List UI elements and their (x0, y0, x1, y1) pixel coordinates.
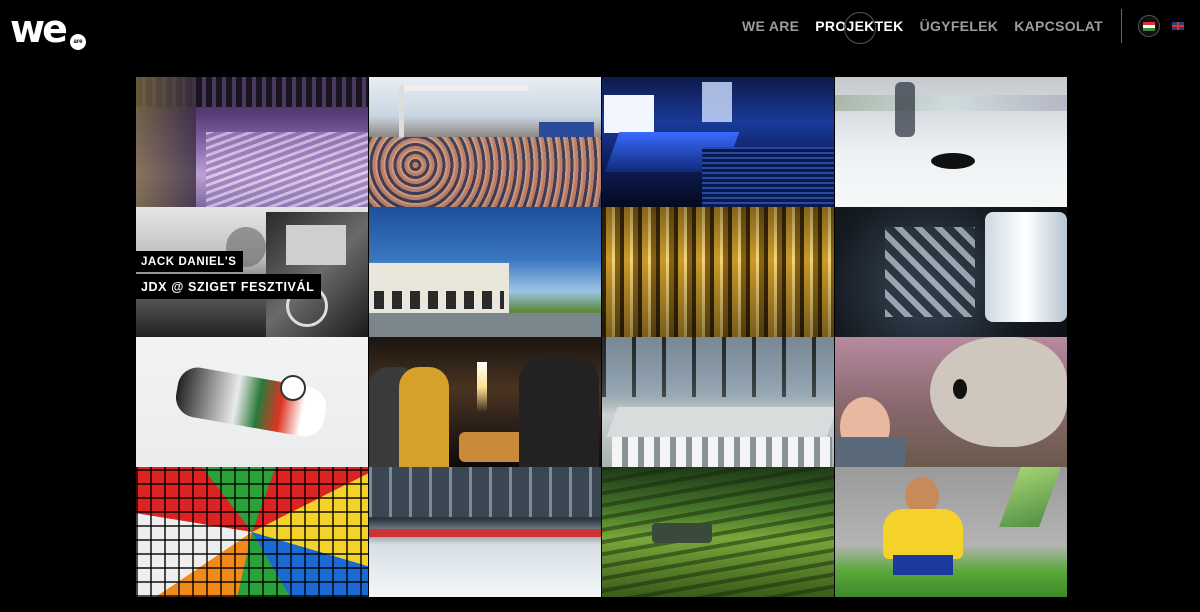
hu-flag-icon (1143, 21, 1155, 31)
language-en-button[interactable] (1170, 16, 1186, 36)
main-nav: WE ARE PROJEKTEK ÜGYFELEK KAPCSOLAT (726, 0, 1200, 52)
project-tile-hockey-player[interactable] (136, 337, 368, 467)
project-tile-party[interactable] (369, 337, 601, 467)
vineyard-rows (602, 467, 834, 597)
active-indicator (844, 12, 877, 44)
statuette-row (602, 207, 834, 337)
language-hu-button[interactable] (1138, 15, 1160, 37)
project-tile-finlandia[interactable] (835, 207, 1067, 337)
project-tile-warehouse[interactable] (369, 207, 601, 337)
project-tile-arena-seating[interactable] (136, 77, 368, 207)
mascot-eye (953, 379, 967, 399)
project-tile-vineyard[interactable] (602, 467, 834, 597)
boy-shorts (893, 555, 953, 575)
warehouse-doors (374, 291, 504, 309)
project-tile-golden-statuettes[interactable] (602, 207, 834, 337)
project-tile-kids-mascot[interactable] (835, 337, 1067, 467)
project-tile-jack-daniels[interactable]: JACK DANIEL'S JDX @ SZIGET FESZTIVÁL (136, 207, 368, 337)
hall-screen (604, 95, 654, 133)
logo-badge: are (70, 34, 86, 50)
project-tile-ice-hockey-puck[interactable] (835, 77, 1067, 207)
player-silhouette (895, 82, 915, 137)
caption-brand: JACK DANIEL'S (136, 251, 243, 272)
caption-title: JDX @ SZIGET FESZTIVÁL (136, 274, 322, 299)
nav-ugyfelek[interactable]: ÜGYFELEK (920, 18, 999, 34)
en-flag-icon (1172, 22, 1184, 30)
grass-blades (999, 467, 1061, 527)
player-helmet (280, 375, 306, 401)
vodka-bottle (985, 212, 1067, 322)
shot-glasses (885, 227, 975, 317)
party-person-2 (399, 367, 449, 467)
projects-grid: JACK DANIEL'S JDX @ SZIGET FESZTIVÁL (136, 77, 1067, 597)
warehouse-road (369, 313, 601, 337)
terrace-windows (602, 337, 834, 397)
arena-seats (206, 132, 368, 207)
nav-we-are[interactable]: WE ARE (742, 18, 799, 34)
kid-shirt (835, 437, 905, 467)
hall-audience (702, 147, 834, 207)
hall-screen-right (702, 82, 732, 122)
project-tile-ice-rink[interactable] (369, 467, 601, 597)
project-tile-boy-on-grass[interactable] (835, 467, 1067, 597)
project-tile-rubik-cubes[interactable] (136, 467, 368, 597)
party-crowd (369, 137, 601, 207)
arena-side (136, 77, 196, 207)
terrace-tables (606, 407, 834, 437)
vineyard-car (652, 523, 712, 543)
terrace-chairs (612, 437, 832, 467)
project-tile-pool-party[interactable] (369, 77, 601, 207)
party-tent (539, 122, 594, 138)
project-tile-conference-hall[interactable] (602, 77, 834, 207)
boy-shirt (883, 509, 963, 559)
logo-wordmark: we (10, 7, 68, 51)
party-truss (399, 85, 529, 91)
player-body (172, 364, 330, 440)
rink-roof (369, 467, 601, 517)
hockey-puck (931, 153, 975, 169)
nav-projektek[interactable]: PROJEKTEK (815, 12, 903, 44)
project-caption: JACK DANIEL'S JDX @ SZIGET FESZTIVÁL (136, 251, 322, 301)
party-sparkler (477, 362, 487, 412)
project-tile-restaurant-terrace[interactable] (602, 337, 834, 467)
party-truss-pole (399, 85, 404, 140)
nav-kapcsolat[interactable]: KAPCSOLAT (1014, 18, 1103, 34)
rink-boards (369, 529, 601, 537)
mascot-head (930, 337, 1067, 447)
party-person-3 (519, 357, 599, 467)
rink-boards (835, 95, 1067, 111)
nav-divider (1121, 9, 1122, 43)
logo[interactable]: we are (10, 7, 86, 51)
cube-grid (136, 467, 368, 597)
